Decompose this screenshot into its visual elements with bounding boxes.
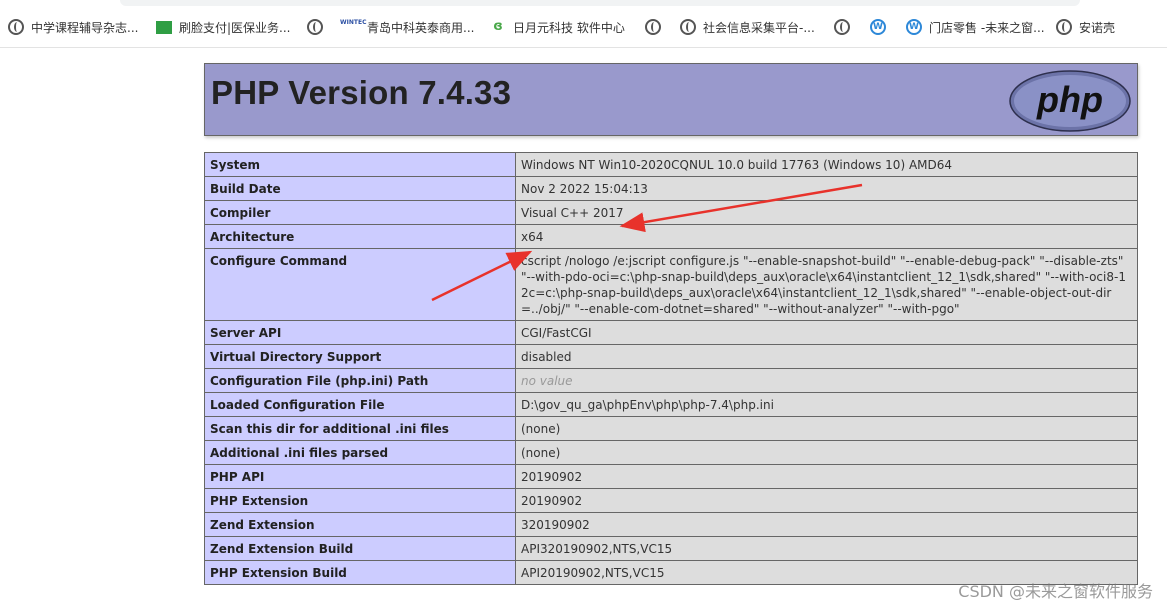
arrow-to-architecture <box>431 250 533 302</box>
annotation-arrows <box>431 183 863 302</box>
arrow-to-compiler <box>619 183 863 233</box>
watermark: CSDN @未来之窗软件服务 <box>958 582 1153 601</box>
